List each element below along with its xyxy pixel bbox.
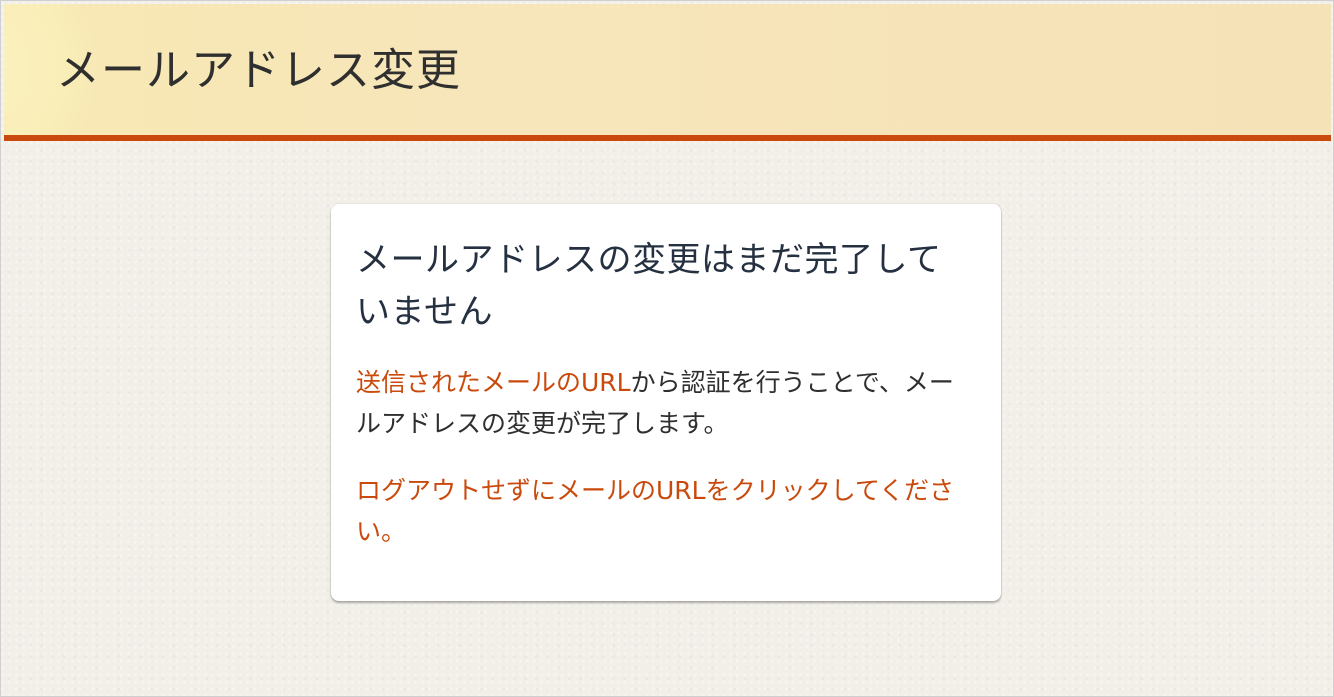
notice-warning: ログアウトせずにメールのURLをクリックしてください。 <box>356 476 955 546</box>
notice-message: 送信されたメールのURLから認証を行うことで、メールアドレスの変更が完了します。 <box>356 362 975 444</box>
header-divider <box>4 135 1331 141</box>
notice-message-highlight: 送信されたメールのURL <box>356 368 631 397</box>
page-header: メールアドレス変更 <box>4 4 1331 135</box>
page-title: メールアドレス変更 <box>56 45 461 96</box>
page-frame: メールアドレス変更 メールアドレスの変更はまだ完了していません 送信されたメール… <box>0 0 1334 697</box>
notice-card: メールアドレスの変更はまだ完了していません 送信されたメールのURLから認証を行… <box>331 204 1001 601</box>
notice-heading: メールアドレスの変更はまだ完了していません <box>356 240 942 332</box>
